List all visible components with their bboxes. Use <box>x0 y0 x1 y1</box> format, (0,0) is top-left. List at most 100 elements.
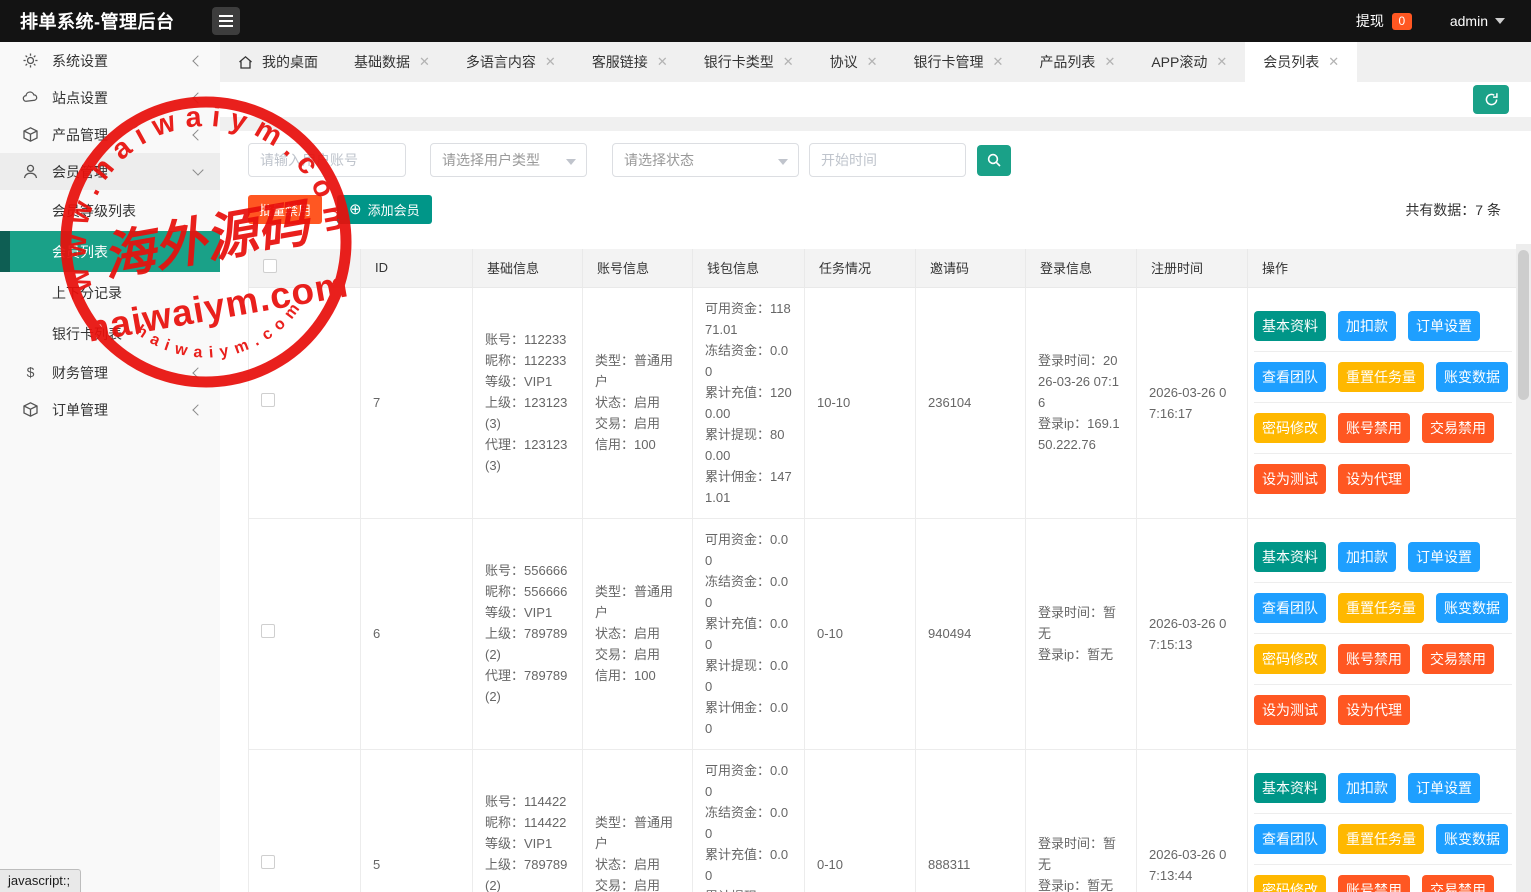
set-as-test-button[interactable]: 设为测试 <box>1254 464 1326 494</box>
batch-disable-button[interactable]: 批量禁用 <box>248 195 322 224</box>
sidebar-item[interactable]: $财务管理 <box>0 354 220 391</box>
tab-item[interactable]: APP滚动✕ <box>1133 42 1245 82</box>
balance-data-button[interactable]: 账变数据 <box>1436 362 1508 392</box>
basic-info-button[interactable]: 基本资料 <box>1254 542 1326 572</box>
reset-task-volume-button[interactable]: 重置任务量 <box>1338 362 1424 392</box>
disable-trade-button[interactable]: 交易禁用 <box>1422 413 1494 443</box>
cell-wallet-info: 可用资金：11871.01冻结资金：0.00累计充值：1200.00累计提现：8… <box>693 287 805 518</box>
tab-item[interactable]: 银行卡管理✕ <box>896 42 1022 82</box>
tab-item[interactable]: 会员列表✕ <box>1245 42 1357 82</box>
disable-account-button[interactable]: 账号禁用 <box>1338 413 1410 443</box>
balance-data-button[interactable]: 账变数据 <box>1436 593 1508 623</box>
close-icon[interactable]: ✕ <box>993 54 1004 70</box>
select-all-checkbox[interactable] <box>263 259 277 273</box>
select-all-header <box>249 249 361 287</box>
browser-status-bar: javascript:; <box>0 869 81 892</box>
user-type-select[interactable]: 请选择用户类型 <box>430 143 587 177</box>
cell-invite-code: 236104 <box>916 287 1026 518</box>
disable-account-button[interactable]: 账号禁用 <box>1338 644 1410 674</box>
basic-info-button[interactable]: 基本资料 <box>1254 311 1326 341</box>
row-checkbox[interactable] <box>261 855 275 869</box>
table-scrollbar[interactable] <box>1516 244 1531 892</box>
account-search-input[interactable] <box>248 143 406 177</box>
tab-item[interactable]: 协议✕ <box>812 42 896 82</box>
row-checkbox[interactable] <box>261 393 275 407</box>
reset-task-volume-button[interactable]: 重置任务量 <box>1338 593 1424 623</box>
cell-task-status: 10-10 <box>805 287 916 518</box>
set-as-agent-button[interactable]: 设为代理 <box>1338 695 1410 725</box>
disable-trade-button[interactable]: 交易禁用 <box>1422 875 1494 892</box>
svg-text:$: $ <box>27 364 35 380</box>
tab-bar: 我的桌面基础数据✕多语言内容✕客服链接✕银行卡类型✕协议✕银行卡管理✕产品列表✕… <box>220 42 1531 82</box>
order-settings-button[interactable]: 订单设置 <box>1408 542 1480 572</box>
start-time-input[interactable] <box>809 143 966 177</box>
content-toolbar <box>220 82 1531 117</box>
add-member-button[interactable]: ⊕ 添加会员 <box>337 195 432 224</box>
close-icon[interactable]: ✕ <box>657 54 668 70</box>
admin-menu[interactable]: admin <box>1450 13 1505 29</box>
sidebar-toggle-button[interactable] <box>212 7 240 35</box>
view-team-button[interactable]: 查看团队 <box>1254 824 1326 854</box>
reset-task-volume-button[interactable]: 重置任务量 <box>1338 824 1424 854</box>
sidebar-item[interactable]: 订单管理 <box>0 391 220 428</box>
refresh-button[interactable] <box>1473 85 1509 114</box>
basic-info-button[interactable]: 基本资料 <box>1254 773 1326 803</box>
change-password-button[interactable]: 密码修改 <box>1254 413 1326 443</box>
cell-id: 5 <box>361 749 473 892</box>
view-team-button[interactable]: 查看团队 <box>1254 362 1326 392</box>
change-password-button[interactable]: 密码修改 <box>1254 875 1326 892</box>
close-icon[interactable]: ✕ <box>1216 54 1227 70</box>
tab-item[interactable]: 产品列表✕ <box>1021 42 1133 82</box>
order-settings-button[interactable]: 订单设置 <box>1408 773 1480 803</box>
withdraw-menu[interactable]: 提现 0 <box>1356 11 1412 31</box>
order-settings-button[interactable]: 订单设置 <box>1408 311 1480 341</box>
close-icon[interactable]: ✕ <box>1328 54 1339 70</box>
sidebar-item-label: 订单管理 <box>52 400 108 420</box>
chevron-down-icon <box>778 159 788 165</box>
disable-account-button[interactable]: 账号禁用 <box>1338 875 1410 892</box>
sidebar-item[interactable]: 产品管理 <box>0 116 220 153</box>
view-team-button[interactable]: 查看团队 <box>1254 593 1326 623</box>
close-icon[interactable]: ✕ <box>419 54 430 70</box>
add-deduct-button[interactable]: 加扣款 <box>1338 542 1396 572</box>
chevron-left-icon <box>192 129 203 140</box>
row-checkbox[interactable] <box>261 624 275 638</box>
close-icon[interactable]: ✕ <box>783 54 794 70</box>
cell-basic-info: 账号：112233昵称：112233等级：VIP1上级：123123(3)代理：… <box>473 287 583 518</box>
sidebar-subitem[interactable]: 会员列表 <box>0 231 220 272</box>
cell-account-info: 类型：普通用户状态：启用交易：启用信用：100 <box>583 287 693 518</box>
cell-actions: 基本资料加扣款订单设置查看团队重置任务量账变数据密码修改账号禁用交易禁用设为测试… <box>1248 287 1517 518</box>
sidebar-subitem[interactable]: 银行卡列表 <box>0 313 220 354</box>
tab-item[interactable]: 我的桌面 <box>220 42 336 82</box>
balance-data-button[interactable]: 账变数据 <box>1436 824 1508 854</box>
tab-item[interactable]: 多语言内容✕ <box>448 42 574 82</box>
cell-login-info: 登录时间：暂无登录ip：暂无 <box>1026 749 1137 892</box>
sidebar-item-label: 系统设置 <box>52 51 108 71</box>
set-as-agent-button[interactable]: 设为代理 <box>1338 464 1410 494</box>
sidebar: 系统设置站点设置产品管理会员管理会员等级列表会员列表上下分记录银行卡列表$财务管… <box>0 42 220 892</box>
search-button[interactable] <box>977 145 1011 176</box>
cell-account-info: 类型：普通用户状态：启用交易：启用信用：100 <box>583 518 693 749</box>
scrollbar-thumb[interactable] <box>1518 250 1529 400</box>
sidebar-item[interactable]: 站点设置 <box>0 79 220 116</box>
close-icon[interactable]: ✕ <box>545 54 556 70</box>
sidebar-item[interactable]: 系统设置 <box>0 42 220 79</box>
cell-register-time: 2026-03-26 07:16:17 <box>1137 287 1248 518</box>
add-deduct-button[interactable]: 加扣款 <box>1338 311 1396 341</box>
status-select[interactable]: 请选择状态 <box>612 143 799 177</box>
home-icon <box>238 55 253 70</box>
tab-item[interactable]: 客服链接✕ <box>574 42 686 82</box>
close-icon[interactable]: ✕ <box>867 54 878 70</box>
sidebar-subitem[interactable]: 会员等级列表 <box>0 190 220 231</box>
cell-id: 6 <box>361 518 473 749</box>
tab-item[interactable]: 银行卡类型✕ <box>686 42 812 82</box>
disable-trade-button[interactable]: 交易禁用 <box>1422 644 1494 674</box>
set-as-test-button[interactable]: 设为测试 <box>1254 695 1326 725</box>
sidebar-item[interactable]: 会员管理 <box>0 153 220 190</box>
tab-item[interactable]: 基础数据✕ <box>336 42 448 82</box>
change-password-button[interactable]: 密码修改 <box>1254 644 1326 674</box>
sidebar-subitem[interactable]: 上下分记录 <box>0 272 220 313</box>
table-row: 5账号：114422昵称：114422等级：VIP1上级：789789(2)代理… <box>249 749 1517 892</box>
add-deduct-button[interactable]: 加扣款 <box>1338 773 1396 803</box>
close-icon[interactable]: ✕ <box>1104 54 1115 70</box>
